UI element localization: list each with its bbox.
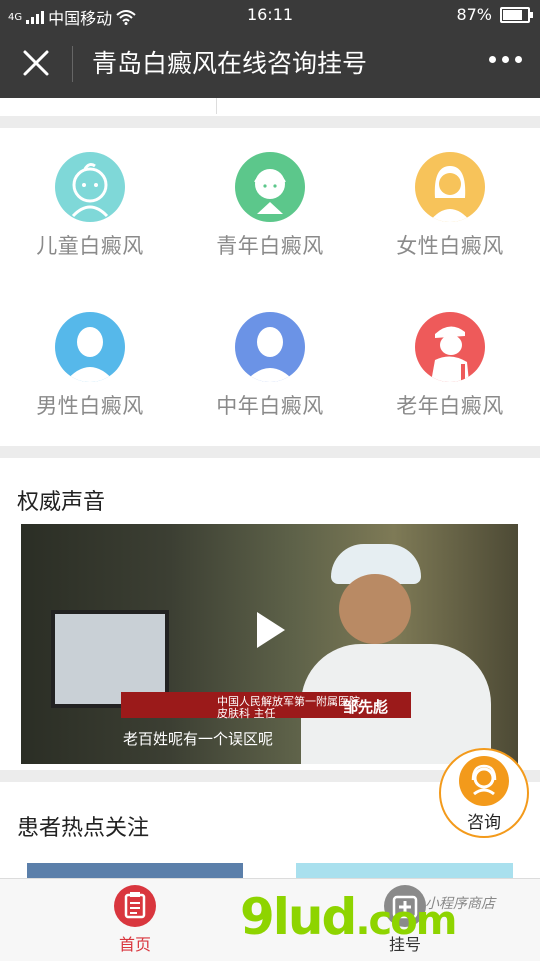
consult-icon — [459, 756, 509, 806]
close-icon[interactable] — [18, 48, 54, 80]
child-icon — [55, 152, 125, 222]
consult-label: 咨询 — [467, 813, 501, 833]
category-label: 老年白癜风 — [396, 394, 504, 418]
home-icon — [114, 885, 156, 927]
category-label: 儿童白癜风 — [36, 234, 144, 258]
tab-home[interactable]: 首页 — [75, 885, 195, 955]
elderly-icon — [415, 312, 485, 382]
watermark-logo: 9lud.com — [240, 888, 457, 946]
top-strip — [0, 98, 540, 116]
video-subtitle: 老百姓呢有一个误区呢 — [123, 730, 274, 748]
woman-icon — [415, 152, 485, 222]
section-title: 患者热点关注 — [17, 816, 150, 841]
category-grid: 儿童白癜风 青年白癜风 女性白癜风 男性白癜风 中年白癜风 老年白癜风 — [0, 128, 540, 446]
play-icon[interactable] — [255, 610, 287, 650]
category-label: 女性白癜风 — [396, 234, 504, 258]
category-middle-aged[interactable]: 中年白癜风 — [180, 312, 360, 420]
watermark-tagline: 小程序商店 — [425, 896, 495, 912]
category-child[interactable]: 儿童白癜风 — [0, 152, 180, 260]
caption-name: 邹先彪 — [343, 698, 389, 716]
status-bar: 4G 中国移动 16:11 87% — [0, 0, 540, 30]
battery-icon — [500, 6, 533, 23]
section-title: 权威声音 — [17, 490, 106, 515]
category-label: 中年白癜风 — [216, 394, 324, 418]
category-elderly[interactable]: 老年白癜风 — [360, 312, 540, 420]
middle-aged-icon — [235, 312, 305, 382]
video-player[interactable]: 中国人民解放军第一附属医院 皮肤科 主任 邹先彪 老百姓呢有一个误区呢 — [21, 524, 518, 764]
caption-dept: 皮肤科 主任 — [217, 707, 276, 720]
authority-section: 权威声音 中国人民解放军第一附属医院 皮肤科 主任 邹先彪 老百姓呢有一个误区呢 — [0, 458, 540, 770]
man-icon — [55, 312, 125, 382]
youth-icon — [235, 152, 305, 222]
more-icon[interactable] — [489, 56, 522, 63]
consult-button[interactable]: 咨询 — [439, 748, 529, 838]
video-caption: 中国人民解放军第一附属医院 皮肤科 主任 邹先彪 — [121, 692, 411, 720]
category-label: 男性白癜风 — [36, 394, 144, 418]
video-doctor — [301, 544, 501, 764]
category-youth[interactable]: 青年白癜风 — [180, 152, 360, 260]
page-title: 青岛白癜风在线咨询挂号 — [92, 49, 368, 78]
title-divider — [72, 46, 73, 82]
battery-percent: 87% — [456, 5, 492, 24]
category-man[interactable]: 男性白癜风 — [0, 312, 180, 420]
title-bar: 青岛白癜风在线咨询挂号 — [0, 30, 540, 98]
category-woman[interactable]: 女性白癜风 — [360, 152, 540, 260]
tab-label: 首页 — [118, 935, 151, 954]
category-label: 青年白癜风 — [216, 234, 324, 258]
